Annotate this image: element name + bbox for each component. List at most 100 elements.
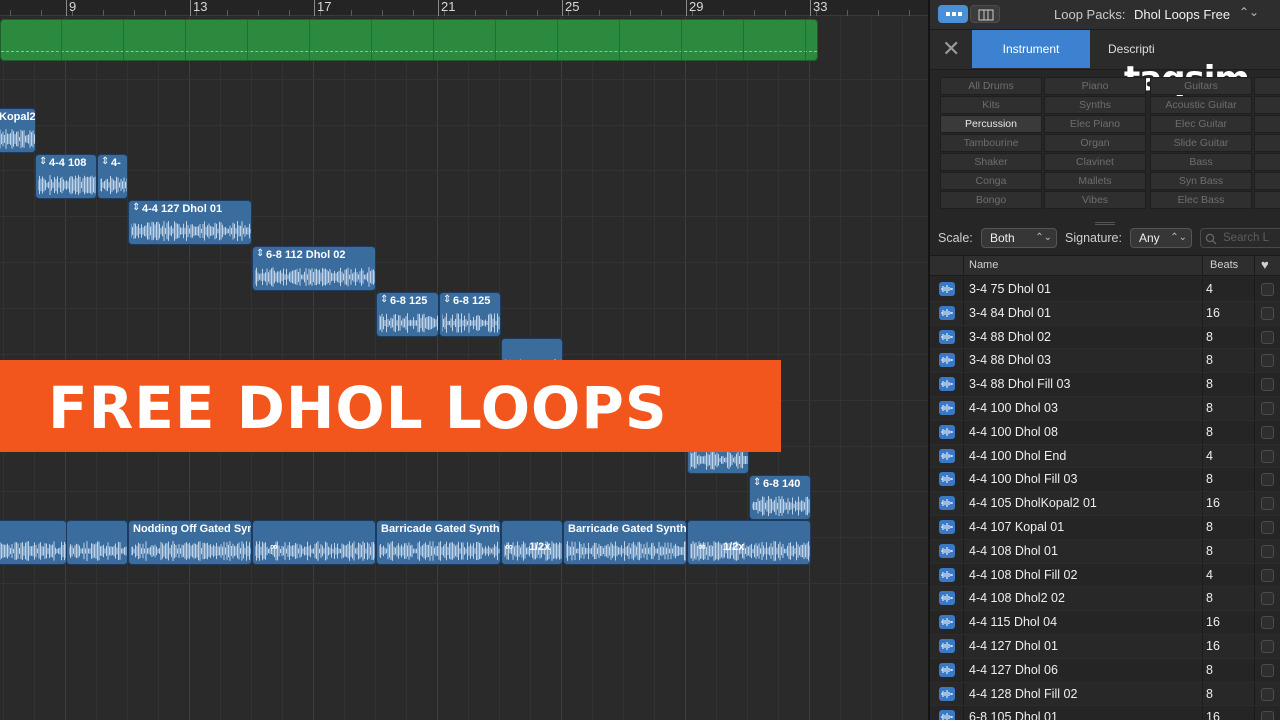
keyword-button[interactable]: Mallets [1044, 172, 1146, 190]
favorite-checkbox[interactable] [1261, 544, 1274, 558]
loop-row[interactable]: 3-4 84 Dhol 01 16 [930, 301, 1280, 326]
keyword-button[interactable]: Bongo [940, 191, 1042, 209]
keyword-button[interactable]: Synths [1044, 96, 1146, 114]
loop-row[interactable]: 4-4 100 Dhol 08 8 [930, 420, 1280, 445]
loop-row[interactable]: 4-4 100 Dhol End 4 [930, 444, 1280, 469]
col-beats-header[interactable]: Beats [1210, 259, 1238, 271]
loop-row[interactable]: 4-4 108 Dhol2 02 8 [930, 587, 1280, 612]
bar-ruler[interactable]: 9 13 17 21 25 29 33 [0, 0, 928, 16]
keyword-button[interactable]: Piano [1044, 77, 1146, 95]
favorite-checkbox[interactable] [1261, 497, 1274, 511]
keyword-button[interactable]: Conga [940, 172, 1042, 190]
keyword-button[interactable]: Shaker [940, 153, 1042, 171]
keyword-button-overflow[interactable] [1254, 115, 1280, 133]
favorite-checkbox[interactable] [1261, 592, 1274, 606]
region-6-8-112[interactable]: ⇕ 6-8 112 Dhol 02 [252, 246, 376, 291]
keyword-button[interactable]: Guitars [1150, 77, 1252, 95]
favorite-checkbox[interactable] [1261, 378, 1274, 392]
keyword-button[interactable]: Vibes [1044, 191, 1146, 209]
region-nodding-off[interactable]: Nodding Off Gated Synth [128, 520, 252, 565]
keyword-button[interactable]: Kits [940, 96, 1042, 114]
favorite-checkbox[interactable] [1261, 283, 1274, 296]
transpose-icon: ⇕ [753, 477, 762, 488]
column-view-toggle[interactable] [970, 5, 1000, 23]
loop-beats: 8 [1206, 424, 1213, 439]
loop-row[interactable]: 4-4 108 Dhol Fill 02 4 [930, 563, 1280, 588]
region-6-8-125a[interactable]: ⇕ 6-8 125 [376, 292, 439, 337]
button-view-toggle[interactable] [938, 5, 968, 23]
favorite-checkbox[interactable] [1261, 425, 1274, 439]
keyword-button-overflow[interactable] [1254, 134, 1280, 152]
favorite-checkbox[interactable] [1261, 568, 1274, 582]
region-4-4-127[interactable]: ⇕ 4-4 127 Dhol 01 [128, 200, 252, 245]
track-divider [0, 354, 928, 355]
region-4-dash[interactable]: ⇕ 4- [97, 154, 128, 199]
favorite-checkbox[interactable] [1261, 401, 1274, 415]
keyword-button[interactable]: Elec Guitar [1150, 115, 1252, 133]
keyword-button-overflow[interactable] [1254, 96, 1280, 114]
close-icon[interactable]: ✕ [942, 36, 960, 62]
region-4-4-108[interactable]: ⇕ 4-4 108 [35, 154, 97, 199]
loop-row[interactable]: 4-4 105 DholKopal2 01 16 [930, 492, 1280, 516]
chevron-updown-icon[interactable]: ⌃⌄ [1239, 5, 1259, 19]
keyword-button[interactable]: Tambourine [940, 134, 1042, 152]
loop-row[interactable]: 4-4 115 Dhol 04 16 [930, 611, 1280, 635]
loop-row[interactable]: 3-4 88 Dhol 03 8 [930, 349, 1280, 374]
favorite-checkbox[interactable] [1261, 306, 1274, 320]
waveform-icon [939, 686, 955, 701]
keyword-button[interactable]: Syn Bass [1150, 172, 1252, 190]
loop-row[interactable]: 4-4 127 Dhol 01 16 [930, 634, 1280, 659]
favorite-checkbox[interactable] [1261, 711, 1274, 720]
favorite-checkbox[interactable] [1261, 639, 1274, 653]
signature-select[interactable]: Any ⌃⌄ [1130, 228, 1192, 248]
keyword-button-overflow[interactable] [1254, 172, 1280, 190]
transpose-icon: ⇕ [132, 202, 141, 213]
loop-row[interactable]: 4-4 100 Dhol 03 8 [930, 396, 1280, 421]
keyword-button[interactable]: Elec Bass [1150, 191, 1252, 209]
column-divider [1202, 658, 1203, 682]
keyword-button[interactable]: All Drums [940, 77, 1042, 95]
favorite-checkbox[interactable] [1261, 663, 1274, 677]
scale-select[interactable]: Both ⌃⌄ [981, 228, 1057, 248]
green-region[interactable] [0, 19, 818, 61]
resize-handle[interactable] [1095, 222, 1115, 225]
keyword-button[interactable]: Acoustic Guitar [1150, 96, 1252, 114]
keyword-button[interactable]: Clavinet [1044, 153, 1146, 171]
tab-instrument[interactable]: Instrument [972, 30, 1090, 68]
favorite-checkbox[interactable] [1261, 616, 1274, 630]
region-synth-b[interactable] [66, 520, 128, 565]
favorite-checkbox[interactable] [1261, 473, 1274, 487]
loop-row[interactable]: 4-4 128 Dhol Fill 02 8 [930, 682, 1280, 707]
keyword-button-overflow[interactable] [1254, 153, 1280, 171]
keyword-button-overflow[interactable] [1254, 77, 1280, 95]
keyword-button[interactable]: Elec Piano [1044, 115, 1146, 133]
region-barricade-1[interactable]: Barricade Gated Synth.1 [563, 520, 687, 565]
col-name-header[interactable]: Name [969, 259, 998, 271]
keyword-button[interactable]: Bass [1150, 153, 1252, 171]
loop-row[interactable]: 4-4 108 Dhol 01 8 [930, 539, 1280, 564]
loop-packs-select[interactable]: Dhol Loops Free [1134, 7, 1230, 22]
loop-row[interactable]: 4-4 127 Dhol 06 8 [930, 658, 1280, 683]
heart-icon[interactable]: ♥ [1261, 257, 1269, 272]
region-6-8-125b[interactable]: ⇕ 6-8 125 [439, 292, 501, 337]
loop-row[interactable]: 3-4 88 Dhol 02 8 [930, 325, 1280, 350]
region-kopal2[interactable]: Kopal2 [0, 108, 36, 153]
favorite-checkbox[interactable] [1261, 449, 1274, 463]
loop-row[interactable]: 6-8 105 Dhol 01 16 [930, 706, 1280, 720]
loop-row[interactable]: 4-4 100 Dhol Fill 03 8 [930, 468, 1280, 493]
favorite-checkbox[interactable] [1261, 687, 1274, 701]
favorite-checkbox[interactable] [1261, 520, 1274, 534]
favorite-checkbox[interactable] [1261, 330, 1274, 344]
keyword-button[interactable]: Percussion [940, 115, 1042, 133]
region-synth-a[interactable] [0, 520, 67, 565]
keyword-button-overflow[interactable] [1254, 191, 1280, 209]
region-barricade[interactable]: Barricade Gated Synth [376, 520, 501, 565]
region-6-8-140[interactable]: ⇕ 6-8 140 [749, 475, 811, 520]
loop-row[interactable]: 4-4 107 Kopal 01 8 [930, 515, 1280, 540]
keyword-button[interactable]: Slide Guitar [1150, 134, 1252, 152]
loop-name: 4-4 100 Dhol 03 [969, 400, 1058, 415]
loop-row[interactable]: 3-4 75 Dhol 01 4 [930, 278, 1280, 302]
keyword-button[interactable]: Organ [1044, 134, 1146, 152]
favorite-checkbox[interactable] [1261, 354, 1274, 368]
loop-row[interactable]: 3-4 88 Dhol Fill 03 8 [930, 373, 1280, 397]
